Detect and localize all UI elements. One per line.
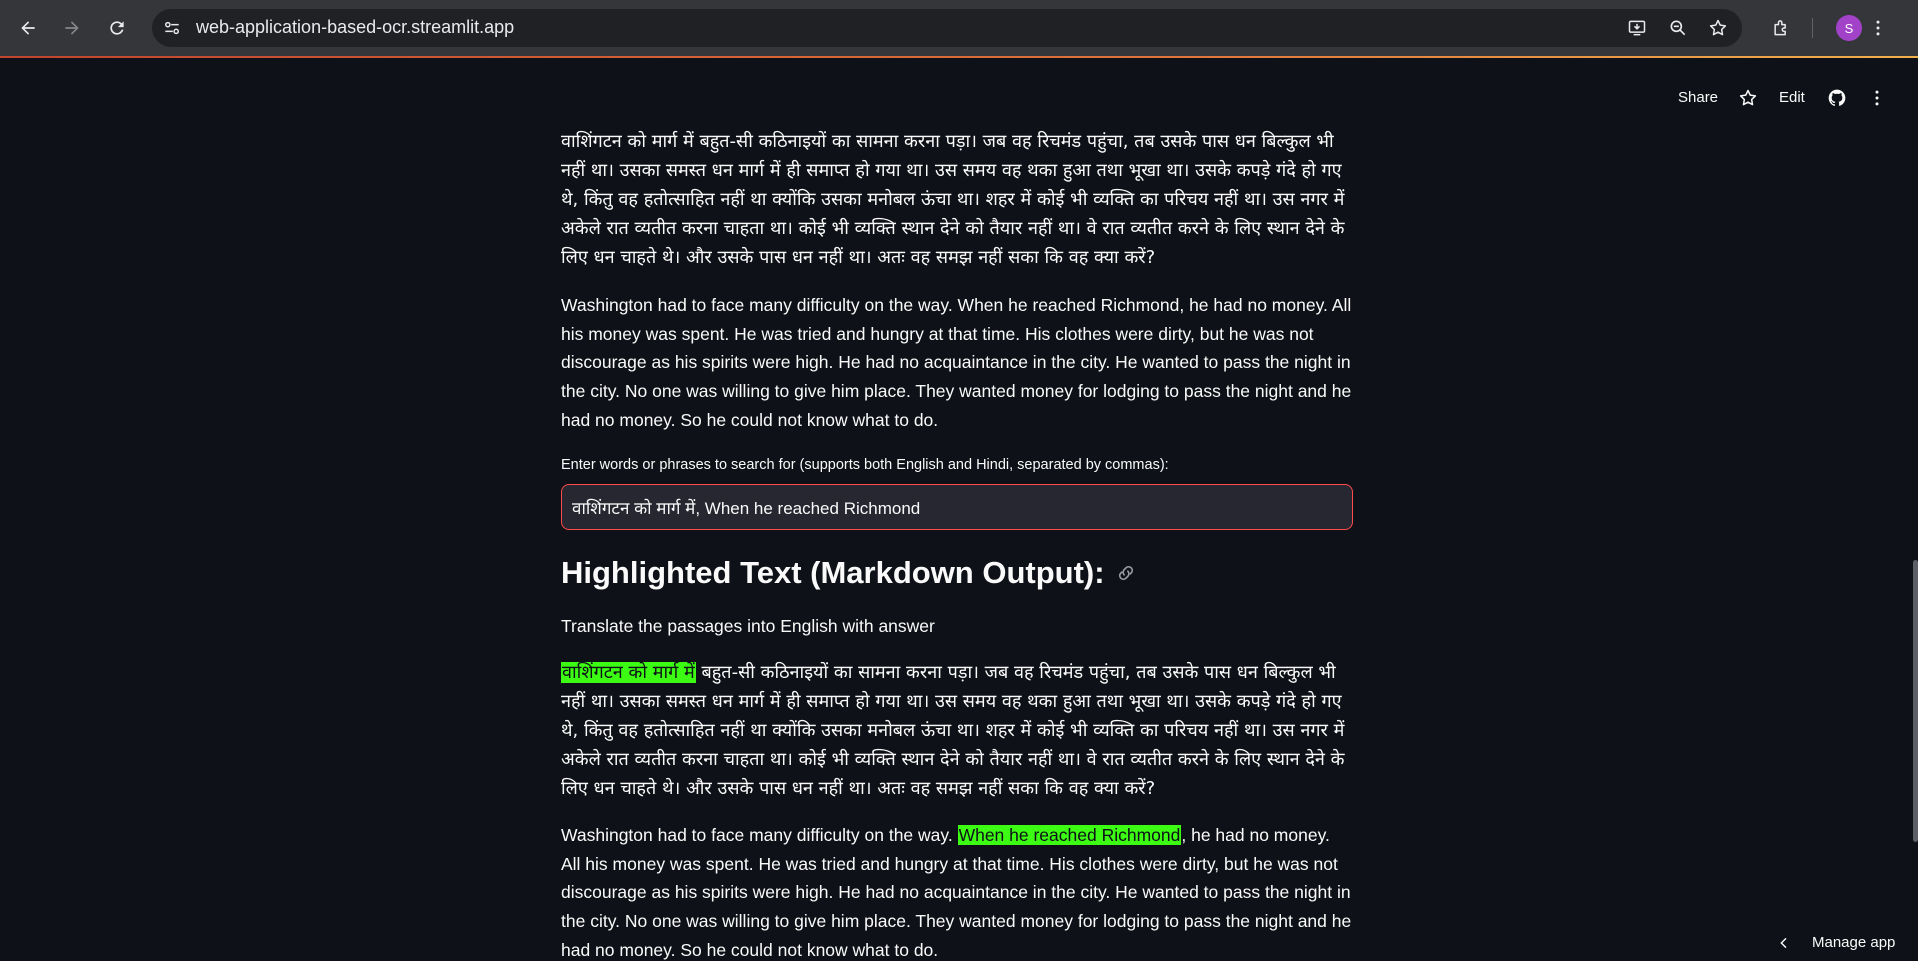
browser-toolbar: web-application-based-ocr.streamlit.app … <box>0 0 1918 56</box>
github-icon[interactable] <box>1826 87 1848 109</box>
search-input-container <box>561 484 1353 530</box>
site-info-icon[interactable] <box>160 16 184 40</box>
edit-button[interactable]: Edit <box>1779 89 1805 106</box>
bookmark-star-icon[interactable] <box>1706 16 1730 40</box>
share-button[interactable]: Share <box>1678 89 1718 106</box>
reload-button[interactable] <box>103 14 131 42</box>
install-app-icon[interactable] <box>1625 16 1649 40</box>
profile-avatar[interactable]: S <box>1836 15 1862 41</box>
output-intro-text: Translate the passages into English with… <box>561 616 935 636</box>
hindi-highlight-mark: वाशिंगटन को मार्ग में <box>561 662 696 683</box>
browser-menu-icon[interactable] <box>1866 16 1890 40</box>
chevron-left-icon <box>1780 937 1787 948</box>
app-header <box>0 58 1918 138</box>
zoom-icon[interactable] <box>1666 16 1690 40</box>
reload-icon <box>110 21 124 35</box>
url-text[interactable]: web-application-based-ocr.streamlit.app <box>196 17 514 38</box>
app-menu-icon[interactable] <box>1866 87 1888 109</box>
forward-button[interactable] <box>58 14 86 42</box>
highlighted-hindi-text: वाशिंगटन को मार्ग में बहुत-सी कठिनाइयों … <box>561 658 1353 803</box>
extensions-icon[interactable] <box>1769 16 1793 40</box>
manage-app-button[interactable]: Manage app <box>1776 934 1895 951</box>
english-highlight-mark: When he reached Richmond <box>957 825 1182 845</box>
scrollbar-thumb[interactable] <box>1913 560 1918 842</box>
english-before-text: Washington had to face many difficulty o… <box>561 825 958 845</box>
english-after-text: , he had no money. All his money was spe… <box>561 825 1352 960</box>
original-hindi-text: वाशिंगटन को मार्ग में बहुत-सी कठिनाइयों … <box>561 131 1345 268</box>
anchor-link-icon[interactable] <box>1115 562 1137 584</box>
highlighted-output-heading: Highlighted Text (Markdown Output): <box>561 555 1137 591</box>
favorite-star-icon[interactable] <box>1737 87 1759 109</box>
highlighted-english-text: Washington had to face many difficulty o… <box>561 821 1353 961</box>
search-input[interactable] <box>562 485 1352 529</box>
heading-text: Highlighted Text (Markdown Output): <box>561 555 1105 590</box>
manage-app-label: Manage app <box>1812 934 1896 951</box>
arrow-left-icon <box>21 21 35 35</box>
search-label: Enter words or phrases to search for (su… <box>561 457 1169 473</box>
arrow-right-icon <box>65 21 79 35</box>
original-english-text: Washington had to face many difficulty o… <box>561 295 1352 430</box>
back-button[interactable] <box>14 14 42 42</box>
toolbar-divider <box>1812 18 1813 38</box>
